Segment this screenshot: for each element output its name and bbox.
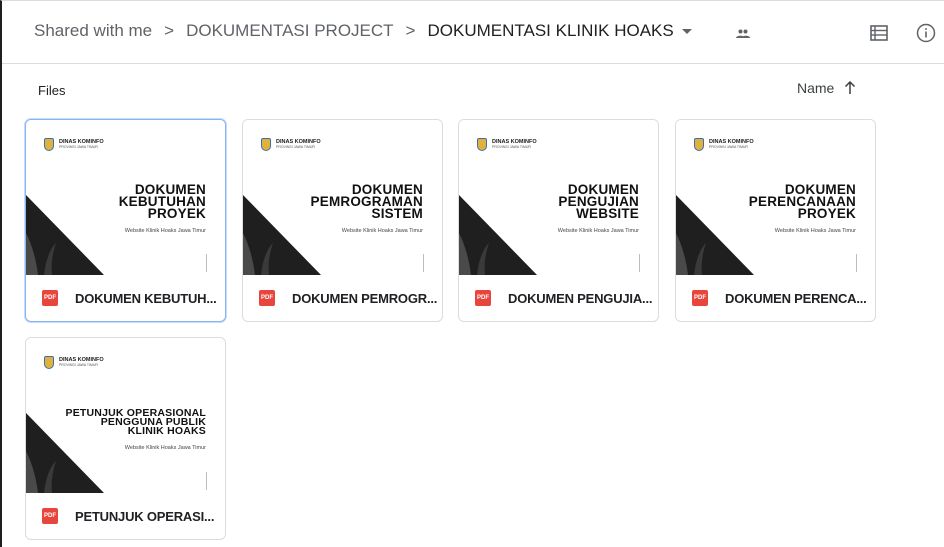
list-view-icon[interactable]: [870, 25, 888, 41]
file-footer: PDF DOKUMEN PENGUJIA...: [459, 275, 658, 321]
emblem-icon: [694, 138, 704, 151]
thumb-org-sub: PROVINSI JAWA TIMUR: [59, 363, 98, 367]
sort-by-name-button[interactable]: Name: [797, 80, 856, 96]
header-bar: Shared with me > DOKUMENTASI PROJECT > D…: [2, 1, 944, 64]
files-section-label: Files: [38, 83, 66, 98]
pdf-icon: PDF: [259, 290, 275, 306]
thumb-org: DINAS KOMINFO PROVINSI JAWA TIMUR: [44, 356, 104, 369]
thumb-decoration: [26, 195, 104, 275]
thumb-title-line: PROYEK: [797, 206, 856, 221]
file-card[interactable]: DINAS KOMINFO PROVINSI JAWA TIMUR DOKUME…: [242, 119, 443, 322]
pdf-icon: PDF: [42, 508, 58, 524]
thumb-title-line: WEBSITE: [576, 206, 639, 221]
thumb-org-sub: PROVINSI JAWA TIMUR: [709, 145, 748, 149]
thumb-org-sub: PROVINSI JAWA TIMUR: [276, 145, 315, 149]
thumb-org: DINAS KOMINFO PROVINSI JAWA TIMUR: [261, 138, 321, 151]
arrow-up-icon: [845, 81, 856, 94]
file-name: DOKUMEN KEBUTUH...: [75, 290, 217, 306]
file-thumbnail: DINAS KOMINFO PROVINSI JAWA TIMUR PETUNJ…: [26, 338, 225, 493]
breadcrumb-current-folder[interactable]: DOKUMENTASI KLINIK HOAKS: [427, 21, 673, 41]
sort-label: Name: [797, 80, 835, 96]
thumb-decoration: [243, 195, 321, 275]
file-name: PETUNJUK OPERASI...: [75, 508, 215, 524]
people-icon[interactable]: [736, 29, 750, 39]
file-footer: PDF PETUNJUK OPERASI...: [26, 493, 225, 539]
thumb-org: DINAS KOMINFO PROVINSI JAWA TIMUR: [694, 138, 754, 151]
thumb-subtitle: Website Klinik Hoaks Jawa Timur: [124, 445, 206, 451]
thumb-title: DOKUMEN PENGUJIAN WEBSITE: [558, 183, 639, 221]
breadcrumb: Shared with me > DOKUMENTASI PROJECT > D…: [34, 21, 692, 41]
thumb-org: DINAS KOMINFO PROVINSI JAWA TIMUR: [44, 138, 104, 151]
file-name: DOKUMEN PERENCA...: [725, 290, 867, 306]
file-thumbnail: DINAS KOMINFO PROVINSI JAWA TIMUR DOKUME…: [26, 120, 225, 275]
breadcrumb-separator: >: [405, 21, 416, 40]
emblem-icon: [44, 138, 54, 151]
thumb-subtitle: Website Klinik Hoaks Jawa Timur: [124, 228, 206, 234]
thumb-title-line: PROYEK: [147, 206, 206, 221]
thumb-subtitle: Website Klinik Hoaks Jawa Timur: [774, 228, 856, 234]
pdf-icon: PDF: [692, 290, 708, 306]
drive-window: Shared with me > DOKUMENTASI PROJECT > D…: [0, 0, 944, 547]
pdf-icon: PDF: [475, 290, 491, 306]
thumb-divider: [206, 472, 207, 490]
thumb-decoration: [459, 195, 537, 275]
file-footer: PDF DOKUMEN PERENCA...: [676, 275, 875, 321]
thumb-divider: [423, 254, 424, 272]
file-card[interactable]: DINAS KOMINFO PROVINSI JAWA TIMUR DOKUME…: [675, 119, 876, 322]
thumb-divider: [206, 254, 207, 272]
breadcrumb-shared-with-me[interactable]: Shared with me: [34, 21, 152, 41]
thumb-divider: [856, 254, 857, 272]
chevron-down-icon[interactable]: [681, 28, 692, 34]
thumb-title: DOKUMEN KEBUTUHAN PROYEK: [119, 183, 206, 221]
thumb-decoration: [26, 413, 104, 493]
thumb-org: DINAS KOMINFO PROVINSI JAWA TIMUR: [477, 138, 537, 151]
pdf-icon: PDF: [42, 290, 58, 306]
file-footer: PDF DOKUMEN PEMROGR...: [243, 275, 442, 321]
thumb-title: DOKUMEN PERENCANAAN PROYEK: [749, 183, 856, 221]
thumb-subtitle: Website Klinik Hoaks Jawa Timur: [557, 228, 639, 234]
file-card[interactable]: DINAS KOMINFO PROVINSI JAWA TIMUR PETUNJ…: [25, 337, 226, 540]
breadcrumb-separator: >: [164, 21, 175, 40]
thumb-decoration: [676, 195, 754, 275]
thumb-org-sub: PROVINSI JAWA TIMUR: [492, 145, 531, 149]
emblem-icon: [261, 138, 271, 151]
file-name: DOKUMEN PEMROGR...: [292, 290, 438, 306]
file-name: DOKUMEN PENGUJIA...: [508, 290, 653, 306]
file-thumbnail: DINAS KOMINFO PROVINSI JAWA TIMUR DOKUME…: [243, 120, 442, 275]
thumb-org-sub: PROVINSI JAWA TIMUR: [59, 145, 98, 149]
thumb-title-line: SISTEM: [371, 206, 423, 221]
file-card[interactable]: DINAS KOMINFO PROVINSI JAWA TIMUR DOKUME…: [25, 119, 226, 322]
emblem-icon: [44, 356, 54, 369]
thumb-title: DOKUMEN PEMROGRAMAN SISTEM: [311, 183, 423, 221]
thumb-divider: [639, 254, 640, 272]
file-thumbnail: DINAS KOMINFO PROVINSI JAWA TIMUR DOKUME…: [676, 120, 875, 275]
thumb-subtitle: Website Klinik Hoaks Jawa Timur: [341, 228, 423, 234]
file-footer: PDF DOKUMEN KEBUTUH...: [26, 275, 225, 321]
emblem-icon: [477, 138, 487, 151]
breadcrumb-dokumentasi-project[interactable]: DOKUMENTASI PROJECT: [186, 21, 393, 41]
file-thumbnail: DINAS KOMINFO PROVINSI JAWA TIMUR DOKUME…: [459, 120, 658, 275]
info-icon[interactable]: [916, 23, 936, 43]
file-card[interactable]: DINAS KOMINFO PROVINSI JAWA TIMUR DOKUME…: [458, 119, 659, 322]
